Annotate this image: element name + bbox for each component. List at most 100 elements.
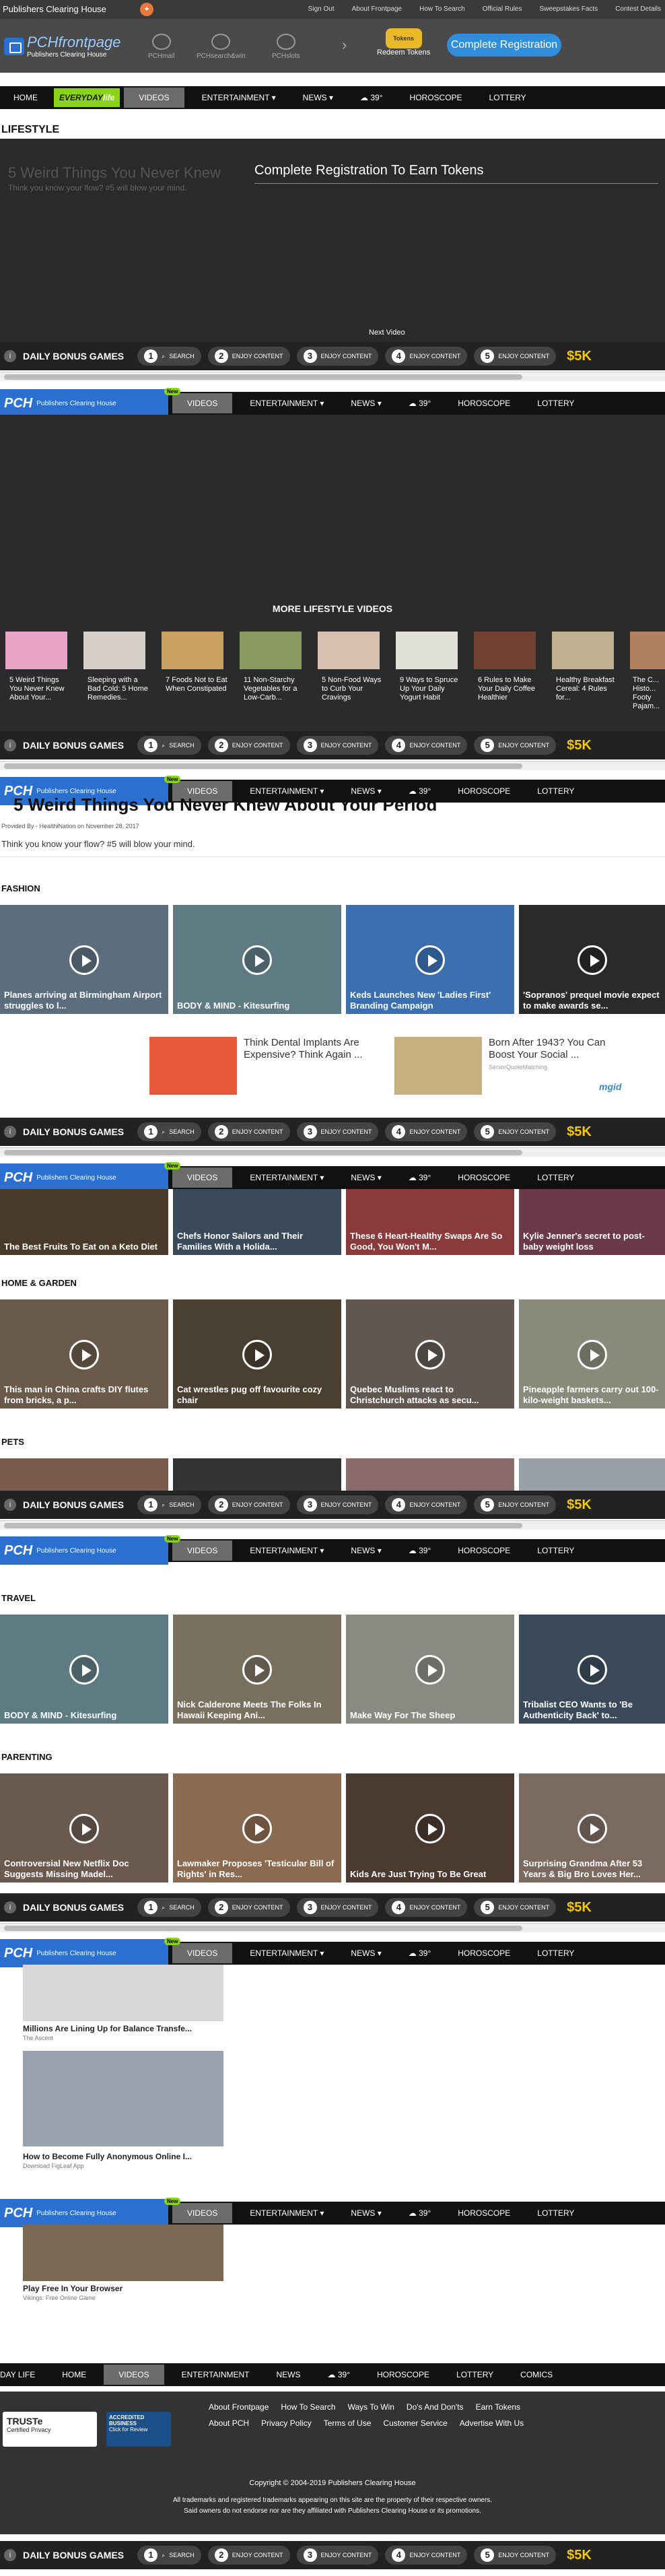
nav-entertainment[interactable]: ENTERTAINMENT ▾ [236, 1173, 337, 1182]
footer-link[interactable]: Privacy Policy [261, 2418, 312, 2428]
site-brand[interactable]: Publishers Clearing House [3, 4, 106, 14]
info-icon[interactable]: i [4, 1499, 16, 1511]
video-card[interactable]: This man in China crafts DIY flutes from… [0, 1299, 168, 1409]
bonus-slot-1[interactable]: 1 ⌕ SEARCH [137, 347, 201, 366]
sponsored-image[interactable] [23, 2225, 223, 2281]
everyday-life-logo[interactable]: EVERYDAYlife [54, 88, 120, 107]
video-card[interactable]: These 6 Heart-Healthy Swaps Are So Good,… [346, 1189, 514, 1255]
footer-link[interactable]: Ways To Win [348, 2402, 394, 2412]
pchslots-button[interactable]: PCHslots [272, 34, 300, 60]
pch-frontpage-logo[interactable]: PCHfrontpage Publishers Clearing House [4, 34, 120, 59]
horizontal-scrollbar[interactable] [0, 1147, 665, 1157]
bottom-nav-news[interactable]: NEWS [263, 2370, 314, 2379]
sticky-pch-logo[interactable]: PCH Publishers Clearing House [0, 1536, 168, 1565]
footer-link[interactable]: Advertise With Us [460, 2418, 524, 2428]
nav-entertainment[interactable]: ENTERTAINMENT ▾ [236, 2208, 337, 2218]
bonus-slot-4[interactable]: 4 ENJOY CONTENT [385, 736, 468, 755]
footer-link[interactable]: Earn Tokens [476, 2402, 521, 2412]
bonus-slot-3[interactable]: 3 ENJOY CONTENT [296, 1898, 379, 1917]
video-caption[interactable]: 5 Non-Food Ways to Curb Your Cravings [322, 676, 384, 702]
nav-entertainment[interactable]: ENTERTAINMENT ▾ [236, 1546, 337, 1555]
nav-weather[interactable]: ☁ 39° [395, 1173, 445, 1182]
sign-out-link[interactable]: Sign Out [308, 5, 335, 13]
video-caption[interactable]: 5 Weird Things You Never Knew About Your… [9, 676, 71, 702]
bonus-slot-1[interactable]: 1 ⌕ SEARCH [137, 736, 201, 755]
video-card[interactable]: Quebec Muslims react to Christchurch att… [346, 1299, 514, 1409]
pchmail-button[interactable]: PCHmail [148, 34, 174, 60]
bonus-slot-2[interactable]: 2 ENJOY CONTENT [207, 736, 290, 755]
bonus-slot-2[interactable]: 2 ENJOY CONTENT [207, 347, 290, 366]
bonus-slot-5[interactable]: 5 ENJOY CONTENT [474, 2546, 557, 2565]
complete-registration-button[interactable]: Complete Registration [447, 34, 561, 57]
sweepstakes-facts-link[interactable]: Sweepstakes Facts [539, 5, 598, 13]
bonus-slot-5[interactable]: 5 ENJOY CONTENT [474, 347, 557, 366]
video-card[interactable]: Lawmaker Proposes 'Testicular Bill of Ri… [173, 1773, 341, 1883]
nav-horoscope[interactable]: HOROSCOPE [444, 1173, 524, 1182]
nav-news[interactable]: NEWS ▾ [337, 1546, 394, 1555]
video-card[interactable]: Keds Launches New 'Ladies First' Brandin… [346, 905, 514, 1014]
bonus-slot-1[interactable]: 1 ⌕ SEARCH [137, 1122, 201, 1141]
nav-entertainment[interactable]: ENTERTAINMENT ▾ [236, 1948, 337, 1958]
info-icon[interactable]: i [4, 739, 16, 751]
bottom-nav-horoscope[interactable]: HOROSCOPE [363, 2370, 443, 2379]
video-card[interactable]: Tribalist CEO Wants to 'Be Authenticity … [519, 1615, 665, 1724]
video-card[interactable]: Cat wrestles pug off favourite cozy chai… [173, 1299, 341, 1409]
video-caption[interactable]: 9 Ways to Spruce Up Your Daily Yogurt Ha… [400, 676, 462, 702]
sponsored-image[interactable] [23, 1965, 223, 2021]
bottom-nav-home[interactable]: HOME [48, 2370, 100, 2379]
nav-news[interactable]: NEWS ▾ [337, 399, 394, 408]
bonus-slot-4[interactable]: 4 ENJOY CONTENT [385, 1122, 468, 1141]
video-card[interactable]: Kylie Jenner's secret to post-baby weigh… [519, 1189, 665, 1255]
sponsored-title[interactable]: Play Free In Your Browser [23, 2284, 123, 2293]
video-card[interactable]: Kids Are Just Trying To Be Great [346, 1773, 514, 1883]
sponsored-title[interactable]: Millions Are Lining Up for Balance Trans… [23, 2024, 192, 2033]
video-card[interactable]: Controversial New Netflix Doc Suggests M… [0, 1773, 168, 1883]
bonus-slot-3[interactable]: 3 ENJOY CONTENT [296, 736, 379, 755]
video-thumbnail[interactable] [396, 632, 458, 669]
bonus-slot-5[interactable]: 5 ENJOY CONTENT [474, 1122, 557, 1141]
redeem-tokens[interactable]: Tokens Redeem Tokens [377, 28, 430, 57]
nav-videos[interactable]: VIDEOS [124, 88, 184, 108]
next-video-label[interactable]: Next Video [369, 329, 405, 337]
nav-lottery[interactable]: LOTTERY [524, 1546, 588, 1555]
nav-lottery[interactable]: LOTTERY [524, 1173, 588, 1182]
truste-seal[interactable]: TRUSTe Certified Privacy [3, 2412, 97, 2447]
mgid-logo[interactable]: mgid [599, 1081, 621, 1092]
video-caption[interactable]: Healthy Breakfast Cereal: 4 Rules for... [556, 676, 618, 702]
video-caption[interactable]: The C... Histo... Footy Pajam... [633, 676, 665, 711]
nav-weather[interactable]: ☁ 39° [395, 2208, 445, 2218]
nav-news[interactable]: NEWS ▾ [337, 1948, 394, 1958]
nav-home[interactable]: HOME [0, 93, 51, 102]
footer-link[interactable]: Do's And Don'ts [407, 2402, 464, 2412]
nav-news[interactable]: NEWS ▾ [337, 1173, 394, 1182]
bonus-slot-2[interactable]: 2 ENJOY CONTENT [207, 1898, 290, 1917]
video-card[interactable]: Pineapple farmers carry out 100-kilo-wei… [519, 1299, 665, 1409]
info-icon[interactable]: i [4, 1901, 16, 1913]
nav-news[interactable]: NEWS ▾ [289, 93, 347, 102]
nav-horoscope[interactable]: HOROSCOPE [444, 2208, 524, 2218]
nav-lottery[interactable]: LOTTERY [524, 399, 588, 408]
bottom-nav-dailylife[interactable]: DAY LIFE [0, 2370, 48, 2379]
how-to-search-link[interactable]: How To Search [419, 5, 465, 13]
sponsored-title[interactable]: How to Become Fully Anonymous Online I..… [23, 2152, 192, 2161]
bottom-nav-weather[interactable]: ☁ 39° [314, 2370, 364, 2379]
nav-weather[interactable]: ☁ 39° [395, 1546, 445, 1555]
bonus-slot-2[interactable]: 2 ENJOY CONTENT [207, 1122, 290, 1141]
bonus-slot-1[interactable]: 1 ⌕ SEARCH [137, 2546, 201, 2565]
nav-videos[interactable]: VIDEOS [172, 2203, 233, 2223]
video-thumbnail[interactable] [318, 632, 380, 669]
video-thumbnail[interactable] [630, 632, 665, 669]
registration-overlay[interactable]: Complete Registration To Earn Tokens [254, 163, 484, 178]
nav-weather[interactable]: ☁ 39° [395, 1948, 445, 1958]
video-card[interactable]: Chefs Honor Sailors and Their Families W… [173, 1189, 341, 1255]
official-rules-link[interactable]: Official Rules [483, 5, 522, 13]
sticky-pch-logo[interactable]: PCH Publishers Clearing House [0, 1939, 168, 1967]
bonus-slot-5[interactable]: 5 ENJOY CONTENT [474, 1495, 557, 1514]
bonus-slot-4[interactable]: 4 ENJOY CONTENT [385, 347, 468, 366]
sticky-pch-logo[interactable]: PCH Publishers Clearing House [0, 2199, 168, 2227]
bonus-slot-2[interactable]: 2 ENJOY CONTENT [207, 1495, 290, 1514]
contest-details-link[interactable]: Contest Details [615, 5, 661, 13]
info-icon[interactable]: i [4, 2549, 16, 2561]
nav-videos[interactable]: VIDEOS [172, 393, 233, 413]
nav-videos[interactable]: VIDEOS [172, 1540, 233, 1561]
